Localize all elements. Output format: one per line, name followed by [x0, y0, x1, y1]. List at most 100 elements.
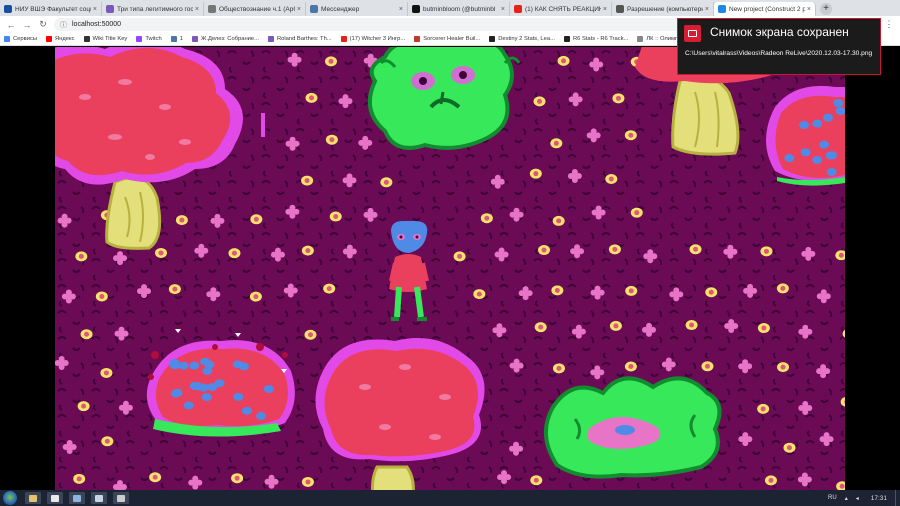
- yellow-dot: [530, 475, 543, 486]
- address-text: localhost:50000: [72, 21, 122, 28]
- menu-icon[interactable]: ⋮: [884, 19, 894, 30]
- tab-close-icon[interactable]: ×: [195, 6, 199, 13]
- browser-tab[interactable]: Мессенджер ×: [306, 2, 408, 16]
- browser-tab[interactable]: (1) КАК СНЯТЬ РЕАКЦИЮ ×: [510, 2, 612, 16]
- taskbar-chrome-button[interactable]: [47, 492, 63, 504]
- tab-close-icon[interactable]: ×: [603, 6, 607, 13]
- tab-close-icon[interactable]: ×: [399, 6, 403, 13]
- yellow-dot: [777, 362, 790, 373]
- bookmark-item[interactable]: Destiny 2 Stats, Lea...: [489, 36, 555, 42]
- tab-favicon-icon: [4, 5, 12, 13]
- yellow-dot: [608, 244, 621, 255]
- yellow-dot: [538, 245, 551, 256]
- browser-tab[interactable]: Три типа легитимного гос ×: [102, 2, 204, 16]
- volume-icon[interactable]: ◂: [856, 495, 859, 502]
- forward-icon[interactable]: →: [22, 20, 32, 30]
- bookmark-item[interactable]: Wiki Title Key: [83, 36, 128, 42]
- notification-path: C:\Users\vitalrass\Videos\Radeon ReLive\…: [685, 50, 873, 57]
- yellow-dot: [75, 251, 88, 262]
- blue-spot: [241, 406, 252, 415]
- browser-tab[interactable]: Обществознание ч.1 (Арб ×: [204, 2, 306, 16]
- taskbar-steam-button[interactable]: [91, 492, 107, 504]
- taskbar-settings-button[interactable]: [113, 492, 129, 504]
- blue-spot: [232, 360, 243, 369]
- tab-label: НИУ ВШЭ Факультет социа: [15, 5, 91, 13]
- blue-spot: [170, 389, 181, 398]
- show-desktop-button[interactable]: [895, 490, 900, 506]
- browser-tab[interactable]: НИУ ВШЭ Факультет социа ×: [0, 2, 102, 16]
- yellow-dot: [453, 251, 466, 262]
- yellow-dot: [612, 93, 625, 104]
- bookmark-label: Wiki Title Key: [92, 36, 128, 42]
- yellow-dot: [154, 247, 167, 258]
- tab-close-icon[interactable]: ×: [297, 6, 301, 13]
- browser-tab[interactable]: Разрешение (компьютерн ×: [612, 2, 714, 16]
- green-monster: [367, 47, 521, 150]
- bookmark-item[interactable]: Roland Barthes: Th...: [267, 36, 332, 42]
- bookmark-item[interactable]: 1: [170, 36, 183, 42]
- browser-tab[interactable]: New project (Construct 2 p ×: [714, 2, 816, 16]
- bookmark-label: Roland Barthes: Th...: [276, 36, 332, 42]
- bookmark-label: Ж.Делез: Собрание...: [201, 36, 259, 42]
- new-tab-button[interactable]: +: [820, 3, 832, 15]
- bookmark-item[interactable]: Ж.Делез: Собрание...: [192, 36, 259, 42]
- yellow-dot: [301, 245, 314, 256]
- tab-label: Три типа легитимного гос: [117, 5, 193, 13]
- tab-favicon-icon: [106, 5, 114, 13]
- browser-tab[interactable]: butminbloom (@butminbl ×: [408, 2, 510, 16]
- blue-spot: [207, 383, 218, 392]
- bookmark-item[interactable]: R6 Stats - R6 Track...: [563, 36, 629, 42]
- taskbar-explorer-button[interactable]: [25, 492, 41, 504]
- bookmark-item[interactable]: (17) Witcher 3 Ингр...: [340, 36, 406, 42]
- yellow-dot: [228, 248, 241, 259]
- explorer-icon: [29, 494, 37, 502]
- bookmark-label: (17) Witcher 3 Ингр...: [349, 36, 406, 42]
- bookmark-label: R6 Stats - R6 Track...: [572, 36, 629, 42]
- screenshot-notification[interactable]: Снимок экрана сохранен C:\Users\vitalras…: [677, 18, 881, 75]
- yellow-dot: [533, 96, 546, 107]
- blue-spot: [823, 113, 834, 122]
- language-indicator[interactable]: RU: [828, 495, 837, 501]
- yellow-dot: [175, 215, 188, 226]
- tab-close-icon[interactable]: ×: [501, 6, 505, 13]
- taskbar-apps: [25, 492, 135, 504]
- bookmark-item[interactable]: Sorcerer Healer Buil...: [414, 36, 480, 42]
- reload-icon[interactable]: ↻: [38, 19, 48, 30]
- bookmark-item[interactable]: Сервисы: [4, 36, 37, 42]
- back-icon[interactable]: ←: [6, 20, 16, 30]
- yellow-dot: [689, 244, 702, 255]
- tab-close-icon[interactable]: ×: [807, 6, 811, 13]
- tab-close-icon[interactable]: ×: [705, 6, 709, 13]
- yellow-dot: [624, 130, 637, 141]
- tab-close-icon[interactable]: ×: [93, 6, 97, 13]
- blue-spot: [189, 361, 200, 370]
- clock[interactable]: 17:31: [871, 495, 887, 502]
- page-viewport: [0, 47, 900, 490]
- yellow-dot: [757, 403, 770, 414]
- taskbar-taskview-button[interactable]: [69, 492, 85, 504]
- blue-spot: [833, 99, 844, 108]
- blue-spot: [256, 412, 267, 421]
- yellow-dot: [304, 329, 317, 340]
- blue-spot: [201, 393, 212, 402]
- network-icon[interactable]: ▴: [845, 495, 848, 502]
- bookmark-favicon-icon: [136, 36, 143, 42]
- yellow-dot: [250, 214, 263, 225]
- taskview-icon: [73, 494, 81, 502]
- tab-label: Разрешение (компьютерн: [627, 5, 703, 13]
- info-icon[interactable]: ⓘ: [60, 20, 67, 30]
- bookmark-item[interactable]: Яндекс: [46, 36, 75, 42]
- yellow-dot: [473, 289, 486, 300]
- tab-favicon-icon: [208, 5, 216, 13]
- tab-favicon-icon: [412, 5, 420, 13]
- bookmark-item[interactable]: Twitch: [136, 36, 162, 42]
- game-canvas[interactable]: [55, 47, 845, 490]
- yellow-dot: [325, 134, 338, 145]
- bookmark-favicon-icon: [192, 36, 198, 42]
- start-button[interactable]: [3, 491, 17, 505]
- settings-icon: [117, 494, 125, 502]
- bookmark-favicon-icon: [489, 36, 496, 42]
- yellow-dot: [625, 285, 638, 296]
- taskbar: RU ▴ ◂ 17:31: [0, 490, 900, 506]
- yellow-dot: [685, 320, 698, 331]
